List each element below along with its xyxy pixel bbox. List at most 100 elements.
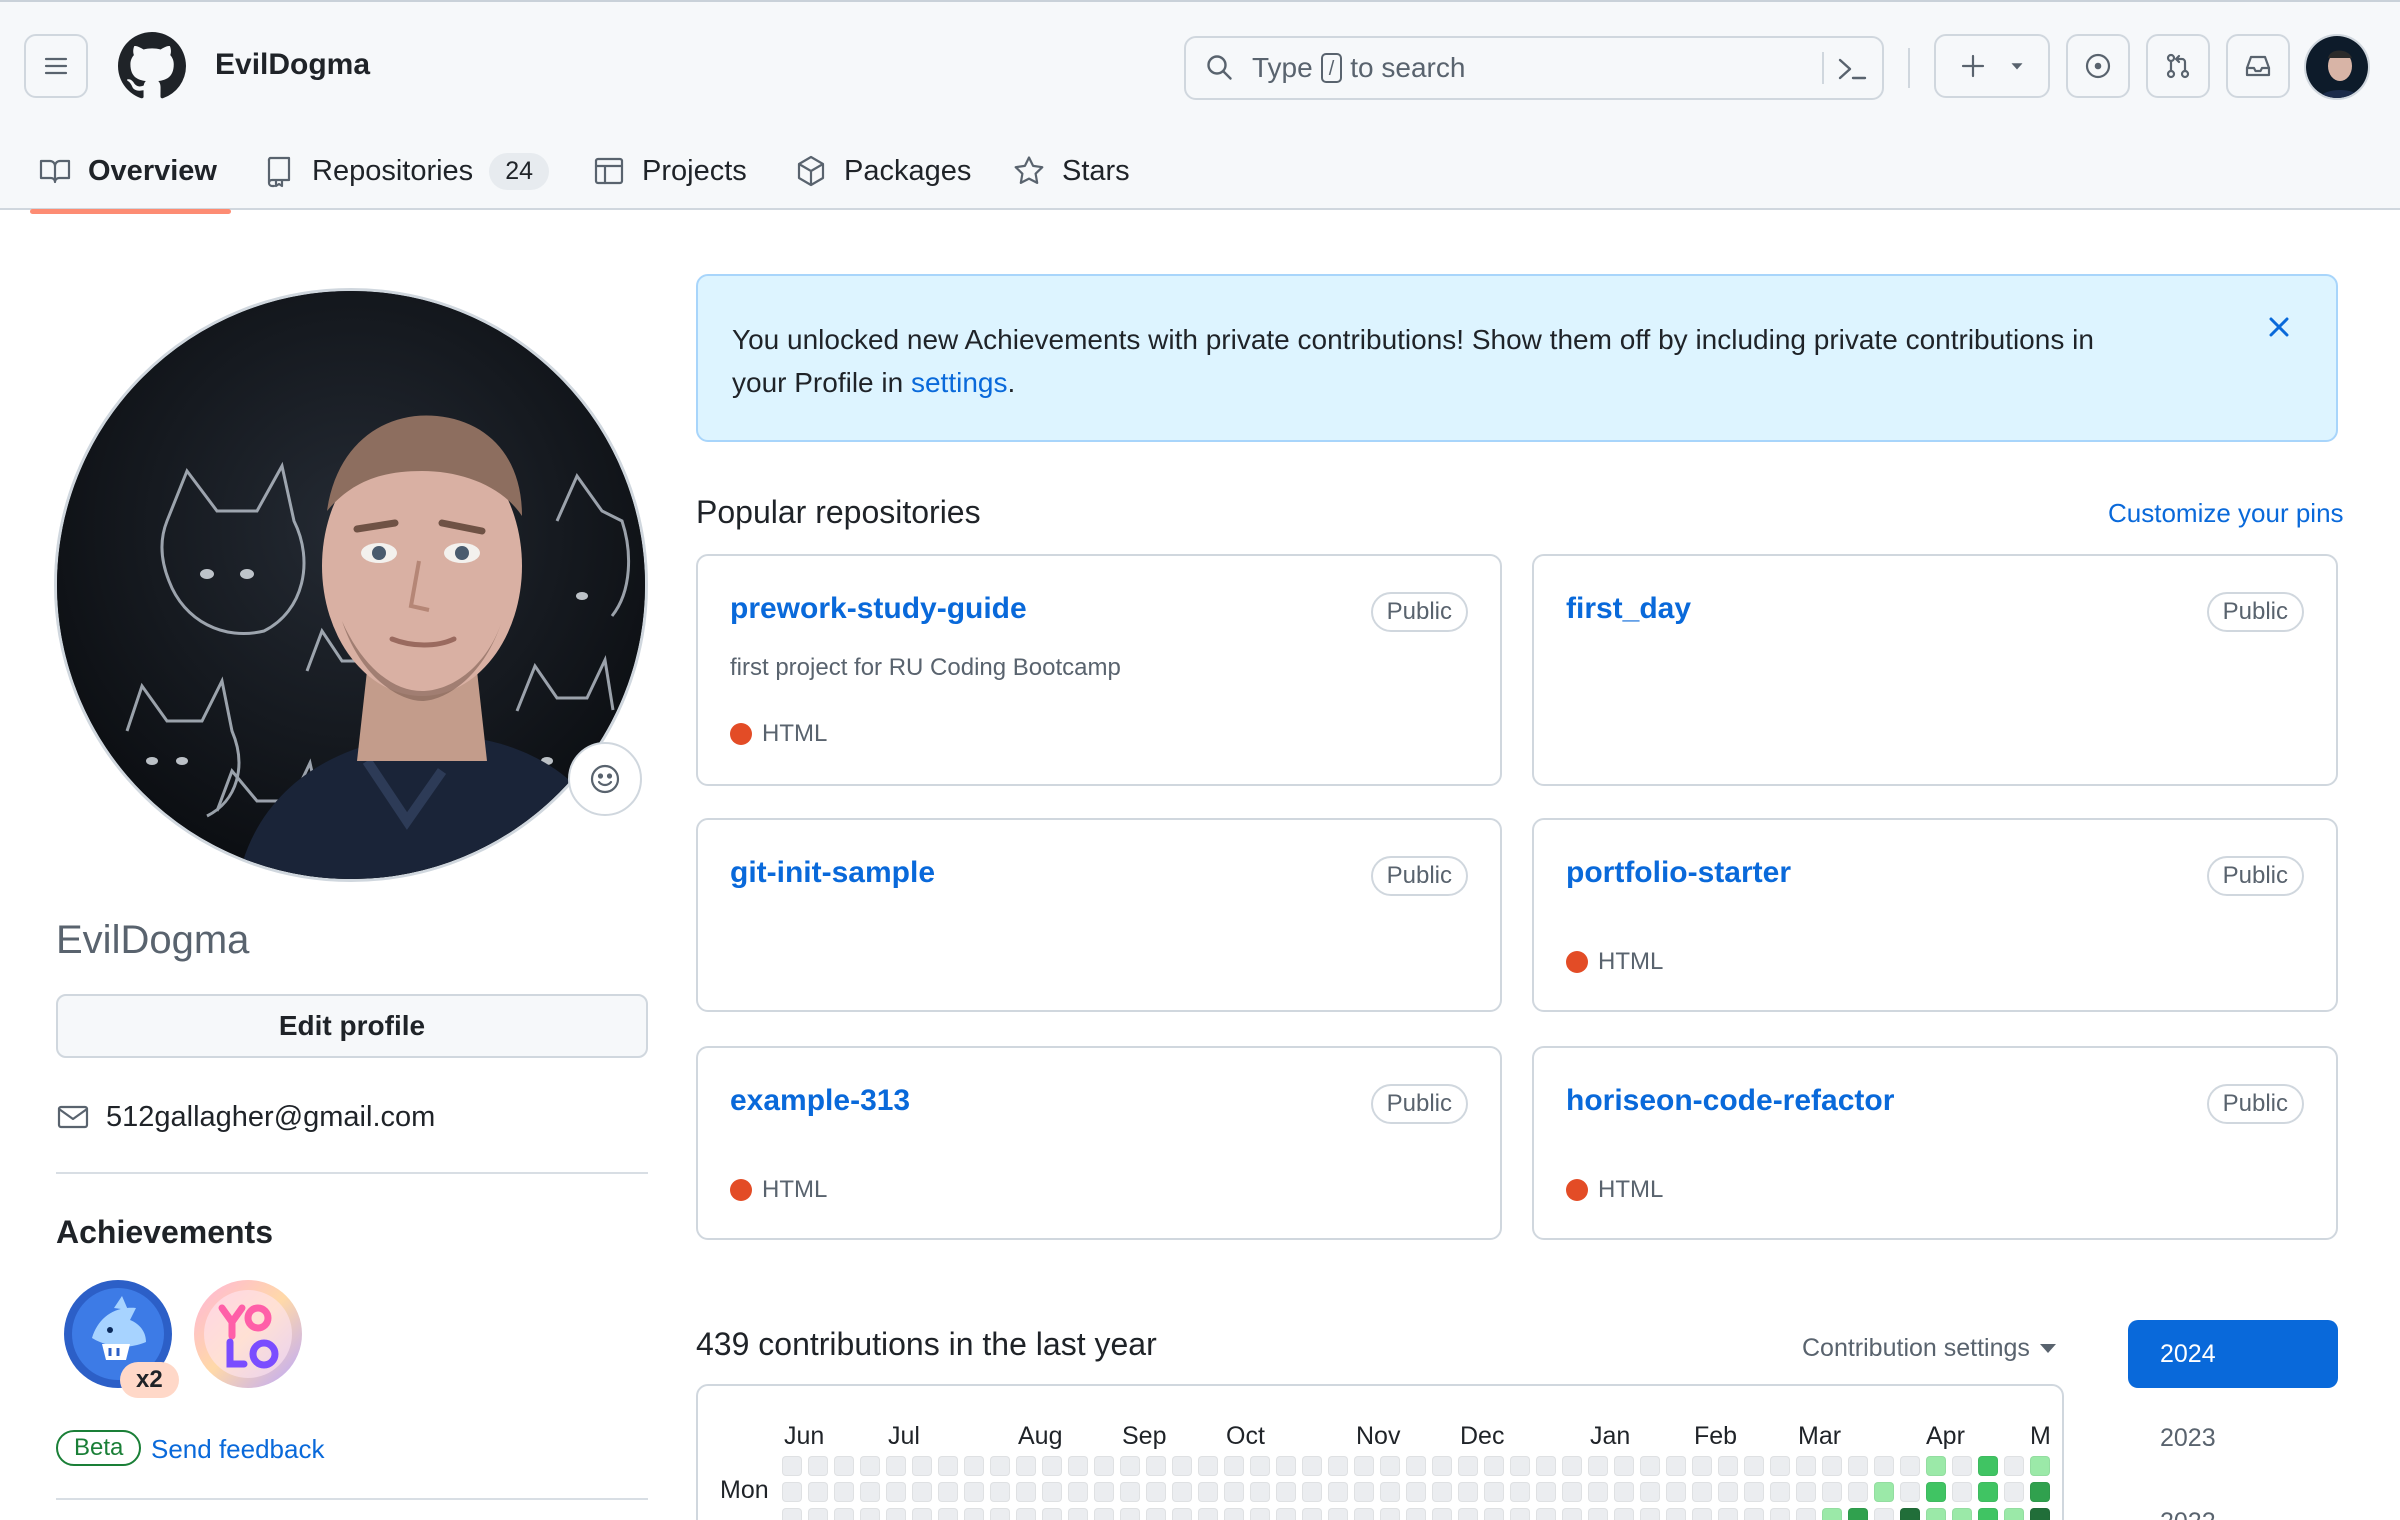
contribution-day-cell[interactable] bbox=[1250, 1482, 1270, 1502]
contribution-day-cell[interactable] bbox=[2030, 1456, 2050, 1476]
contribution-day-cell[interactable] bbox=[1432, 1456, 1452, 1476]
contribution-day-cell[interactable] bbox=[1770, 1482, 1790, 1502]
contribution-day-cell[interactable] bbox=[1016, 1456, 1036, 1476]
contribution-day-cell[interactable] bbox=[1900, 1456, 1920, 1476]
contribution-day-cell[interactable] bbox=[1458, 1456, 1478, 1476]
contribution-day-cell[interactable] bbox=[1042, 1482, 1062, 1502]
contribution-day-cell[interactable] bbox=[808, 1456, 828, 1476]
year-2023-button[interactable]: 2023 bbox=[2128, 1404, 2338, 1472]
contribution-day-cell[interactable] bbox=[1250, 1456, 1270, 1476]
contribution-day-cell[interactable] bbox=[964, 1482, 984, 1502]
contribution-day-cell[interactable] bbox=[990, 1482, 1010, 1502]
contribution-day-cell[interactable] bbox=[1978, 1508, 1998, 1520]
contribution-day-cell[interactable] bbox=[1666, 1482, 1686, 1502]
contribution-day-cell[interactable] bbox=[1094, 1508, 1114, 1520]
contribution-day-cell[interactable] bbox=[834, 1482, 854, 1502]
contribution-day-cell[interactable] bbox=[1094, 1482, 1114, 1502]
contribution-day-cell[interactable] bbox=[1900, 1508, 1920, 1520]
customize-pins-link[interactable]: Customize your pins bbox=[2108, 498, 2344, 529]
contribution-day-cell[interactable] bbox=[1666, 1508, 1686, 1520]
contribution-day-cell[interactable] bbox=[2004, 1456, 2024, 1476]
contribution-day-cell[interactable] bbox=[912, 1482, 932, 1502]
contribution-day-cell[interactable] bbox=[1354, 1508, 1374, 1520]
contribution-day-cell[interactable] bbox=[1718, 1508, 1738, 1520]
contribution-day-cell[interactable] bbox=[1952, 1456, 1972, 1476]
contribution-day-cell[interactable] bbox=[1146, 1508, 1166, 1520]
contribution-day-cell[interactable] bbox=[1016, 1482, 1036, 1502]
tab-packages[interactable]: Packages bbox=[794, 132, 971, 210]
contribution-day-cell[interactable] bbox=[1536, 1482, 1556, 1502]
contribution-day-cell[interactable] bbox=[1198, 1508, 1218, 1520]
contribution-day-cell[interactable] bbox=[1172, 1482, 1192, 1502]
contribution-day-cell[interactable] bbox=[1510, 1508, 1530, 1520]
contribution-day-cell[interactable] bbox=[1458, 1508, 1478, 1520]
contribution-day-cell[interactable] bbox=[1484, 1456, 1504, 1476]
contribution-day-cell[interactable] bbox=[1588, 1456, 1608, 1476]
contribution-day-cell[interactable] bbox=[1536, 1508, 1556, 1520]
contribution-day-cell[interactable] bbox=[1432, 1508, 1452, 1520]
tab-stars[interactable]: Stars bbox=[1012, 132, 1130, 210]
repo-link[interactable]: example-313 bbox=[730, 1084, 910, 1118]
email-text[interactable]: 512gallagher@gmail.com bbox=[106, 1101, 435, 1134]
contribution-day-cell[interactable] bbox=[1562, 1482, 1582, 1502]
contribution-day-cell[interactable] bbox=[1224, 1508, 1244, 1520]
contribution-day-cell[interactable] bbox=[1562, 1456, 1582, 1476]
contribution-day-cell[interactable] bbox=[1146, 1456, 1166, 1476]
contribution-day-cell[interactable] bbox=[1640, 1456, 1660, 1476]
contribution-day-cell[interactable] bbox=[1926, 1508, 1946, 1520]
contribution-day-cell[interactable] bbox=[1120, 1482, 1140, 1502]
contribution-day-cell[interactable] bbox=[1822, 1508, 1842, 1520]
inbox-button[interactable] bbox=[2226, 34, 2290, 98]
contribution-day-cell[interactable] bbox=[1848, 1508, 1868, 1520]
repo-link[interactable]: portfolio-starter bbox=[1566, 856, 1791, 890]
tab-overview[interactable]: Overview bbox=[30, 132, 231, 214]
contribution-day-cell[interactable] bbox=[1718, 1456, 1738, 1476]
pull-requests-button[interactable] bbox=[2146, 34, 2210, 98]
repo-link[interactable]: git-init-sample bbox=[730, 856, 935, 890]
repo-link[interactable]: prework-study-guide bbox=[730, 592, 1027, 626]
year-2022-button[interactable]: 2022 bbox=[2128, 1488, 2338, 1520]
contribution-day-cell[interactable] bbox=[1874, 1482, 1894, 1502]
contribution-day-cell[interactable] bbox=[1562, 1508, 1582, 1520]
contribution-day-cell[interactable] bbox=[1068, 1508, 1088, 1520]
contribution-day-cell[interactable] bbox=[1770, 1508, 1790, 1520]
contribution-day-cell[interactable] bbox=[1692, 1508, 1712, 1520]
contribution-day-cell[interactable] bbox=[912, 1508, 932, 1520]
dismiss-banner-button[interactable] bbox=[2264, 312, 2294, 342]
contribution-day-cell[interactable] bbox=[938, 1482, 958, 1502]
contribution-day-cell[interactable] bbox=[1822, 1456, 1842, 1476]
contribution-day-cell[interactable] bbox=[1718, 1482, 1738, 1502]
contribution-day-cell[interactable] bbox=[1926, 1456, 1946, 1476]
contribution-day-cell[interactable] bbox=[1042, 1508, 1062, 1520]
contribution-day-cell[interactable] bbox=[1536, 1456, 1556, 1476]
profile-email[interactable]: 512gallagher@gmail.com bbox=[56, 1100, 435, 1134]
contribution-day-cell[interactable] bbox=[1354, 1482, 1374, 1502]
contribution-day-cell[interactable] bbox=[1848, 1482, 1868, 1502]
contribution-day-cell[interactable] bbox=[1120, 1508, 1140, 1520]
contribution-day-cell[interactable] bbox=[782, 1482, 802, 1502]
contribution-day-cell[interactable] bbox=[1978, 1482, 1998, 1502]
contribution-day-cell[interactable] bbox=[1328, 1482, 1348, 1502]
achievements-heading[interactable]: Achievements bbox=[56, 1214, 273, 1251]
contribution-day-cell[interactable] bbox=[2030, 1482, 2050, 1502]
contribution-day-cell[interactable] bbox=[938, 1456, 958, 1476]
contribution-day-cell[interactable] bbox=[1952, 1482, 1972, 1502]
contribution-day-cell[interactable] bbox=[1874, 1508, 1894, 1520]
contribution-day-cell[interactable] bbox=[860, 1482, 880, 1502]
contribution-day-cell[interactable] bbox=[1302, 1482, 1322, 1502]
contribution-day-cell[interactable] bbox=[1588, 1508, 1608, 1520]
contribution-day-cell[interactable] bbox=[1276, 1482, 1296, 1502]
contribution-day-cell[interactable] bbox=[1406, 1508, 1426, 1520]
contribution-day-cell[interactable] bbox=[860, 1508, 880, 1520]
contribution-day-cell[interactable] bbox=[990, 1508, 1010, 1520]
contribution-day-cell[interactable] bbox=[1302, 1508, 1322, 1520]
contribution-day-cell[interactable] bbox=[1744, 1456, 1764, 1476]
contribution-day-cell[interactable] bbox=[1484, 1482, 1504, 1502]
contribution-day-cell[interactable] bbox=[1458, 1482, 1478, 1502]
contribution-day-cell[interactable] bbox=[1432, 1482, 1452, 1502]
contribution-day-cell[interactable] bbox=[964, 1508, 984, 1520]
header-username[interactable]: EvilDogma bbox=[215, 48, 370, 82]
contribution-day-cell[interactable] bbox=[808, 1482, 828, 1502]
contribution-day-cell[interactable] bbox=[1068, 1482, 1088, 1502]
contribution-day-cell[interactable] bbox=[1380, 1456, 1400, 1476]
